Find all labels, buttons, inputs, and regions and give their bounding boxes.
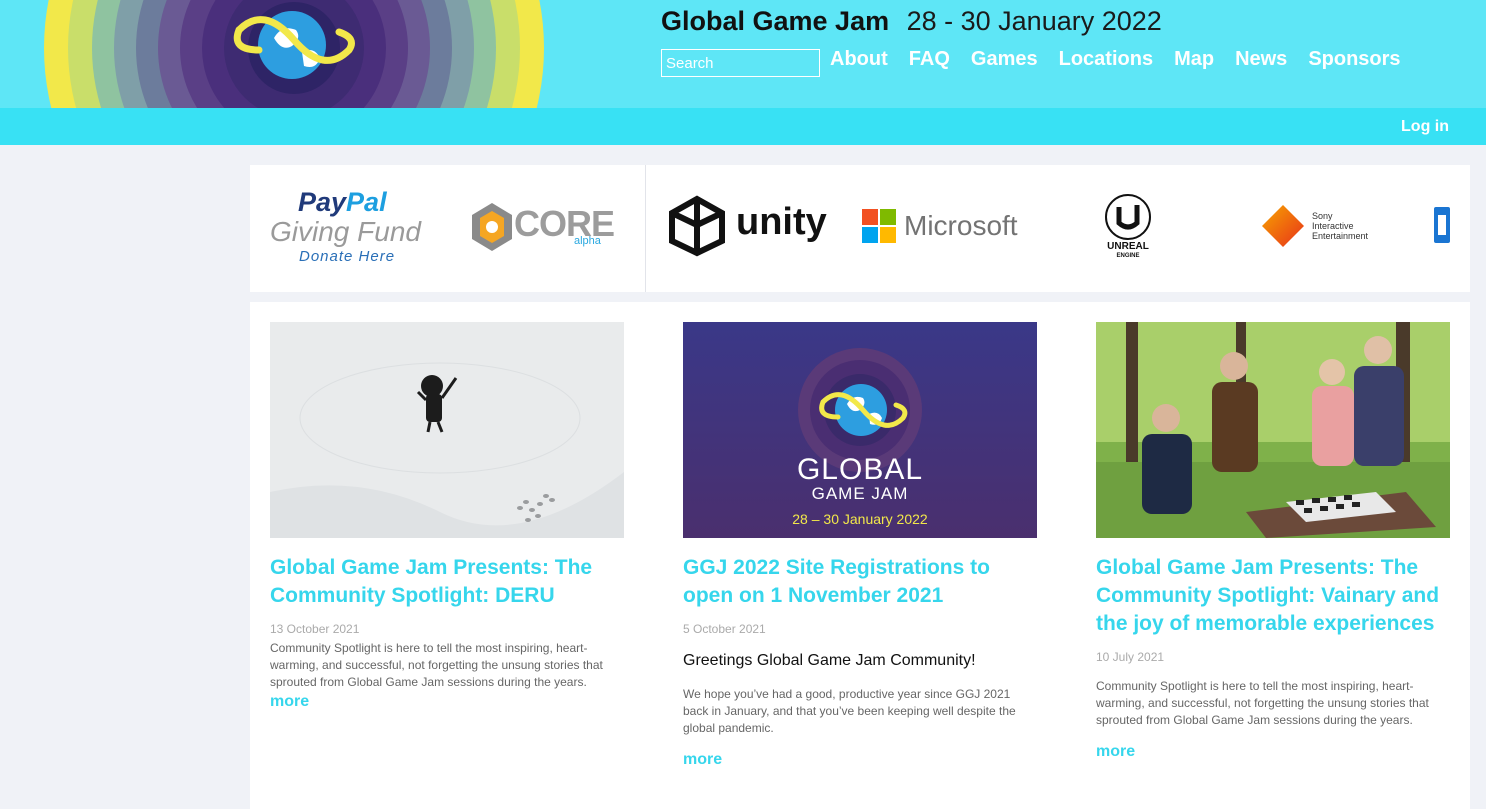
paypal-text-pay: Pay (298, 187, 347, 217)
site-header: Global Game Jam 28 - 30 January 2022 Abo… (0, 0, 1486, 108)
promo-line-2: GAME JAM (811, 484, 909, 503)
sony-line-2: Interactive (1312, 221, 1354, 231)
sony-diamond-icon (1262, 205, 1304, 247)
news-image-vainary[interactable] (1096, 322, 1450, 538)
news-date: 13 October 2021 (270, 622, 360, 636)
unreal-engine-logo[interactable]: UNREAL ENGINE (1096, 193, 1160, 263)
paypal-donate-text: Donate Here (299, 248, 396, 265)
news-image-ggj2022[interactable]: GLOBAL GAME JAM 28 – 30 January 2022 (683, 322, 1037, 538)
login-link[interactable]: Log in (1401, 118, 1449, 136)
paypal-text-pal: Pal (346, 187, 387, 217)
paypal-giving-fund-logo[interactable]: PayPal Giving Fund Donate Here (270, 187, 440, 267)
nav-sponsors[interactable]: Sponsors (1308, 48, 1400, 71)
nav-about[interactable]: About (830, 48, 888, 71)
unreal-engine-text: ENGINE (1116, 253, 1140, 259)
unity-logo[interactable]: unity (666, 195, 836, 257)
promo-dates: 28 – 30 January 2022 (792, 511, 928, 527)
paypal-giving-fund-text: Giving Fund (270, 216, 421, 247)
read-more-link[interactable]: more (683, 751, 722, 769)
nav-news[interactable]: News (1235, 48, 1287, 71)
microsoft-windows-icon (862, 209, 896, 243)
site-name[interactable]: Global Game Jam (661, 6, 889, 36)
core-alpha-text: alpha (574, 235, 601, 247)
site-title: Global Game Jam 28 - 30 January 2022 (661, 6, 1162, 37)
read-more-link[interactable]: more (1096, 743, 1135, 761)
partial-sponsor-logo[interactable] (1434, 207, 1450, 243)
sony-text: Sony Interactive Entertainment (1312, 211, 1368, 241)
unity-cube-icon (669, 195, 725, 257)
read-more-link[interactable]: more (270, 693, 309, 711)
nav-locations[interactable]: Locations (1059, 48, 1153, 71)
news-card: Global Game Jam Presents: The Community … (1096, 322, 1450, 761)
news-title-link[interactable]: Global Game Jam Presents: The Community … (270, 556, 592, 607)
sony-interactive-logo[interactable]: Sony Interactive Entertainment (1262, 205, 1392, 249)
nav-map[interactable]: Map (1174, 48, 1214, 71)
news-date: 5 October 2021 (683, 622, 766, 636)
logo-rings-graphic (44, 0, 544, 108)
main-nav: About FAQ Games Locations Map News Spons… (830, 48, 1422, 71)
promo-line-1: GLOBAL (796, 453, 924, 486)
core-logo[interactable]: CORE alpha (470, 197, 620, 257)
news-card: Global Game Jam Presents: The Community … (270, 322, 624, 711)
sponsor-strip: PayPal Giving Fund Donate Here CORE alph… (250, 165, 1470, 292)
news-image-deru[interactable] (270, 322, 624, 538)
user-bar: Log in (0, 108, 1486, 145)
unreal-text: UNREAL (1107, 241, 1149, 252)
unreal-u-icon (1105, 194, 1151, 240)
nav-games[interactable]: Games (971, 48, 1038, 71)
news-section: Global Game Jam Presents: The Community … (250, 302, 1470, 809)
sony-line-3: Entertainment (1312, 231, 1369, 241)
news-title-link[interactable]: Global Game Jam Presents: The Community … (1096, 556, 1439, 635)
sponsor-divider (645, 165, 646, 292)
nav-faq[interactable]: FAQ (909, 48, 950, 71)
news-date: 10 July 2021 (1096, 650, 1165, 664)
news-excerpt: We hope you’ve had a good, productive ye… (683, 687, 1016, 735)
news-card: GLOBAL GAME JAM 28 – 30 January 2022 GGJ… (683, 322, 1037, 769)
unity-text: unity (736, 201, 827, 243)
news-greeting: Greetings Global Game Jam Community! (683, 652, 976, 669)
sony-line-1: Sony (1312, 211, 1333, 221)
event-dates: 28 - 30 January 2022 (906, 6, 1162, 36)
search-input[interactable] (661, 49, 820, 77)
ggj-logo[interactable] (44, 0, 544, 108)
news-excerpt: Community Spotlight is here to tell the … (1096, 679, 1429, 727)
core-hexagon-icon (472, 203, 512, 251)
news-excerpt: Community Spotlight is here to tell the … (270, 641, 603, 689)
microsoft-logo[interactable]: Microsoft (862, 209, 1032, 245)
news-title-link[interactable]: GGJ 2022 Site Registrations to open on 1… (683, 556, 990, 607)
microsoft-text: Microsoft (904, 210, 1018, 241)
